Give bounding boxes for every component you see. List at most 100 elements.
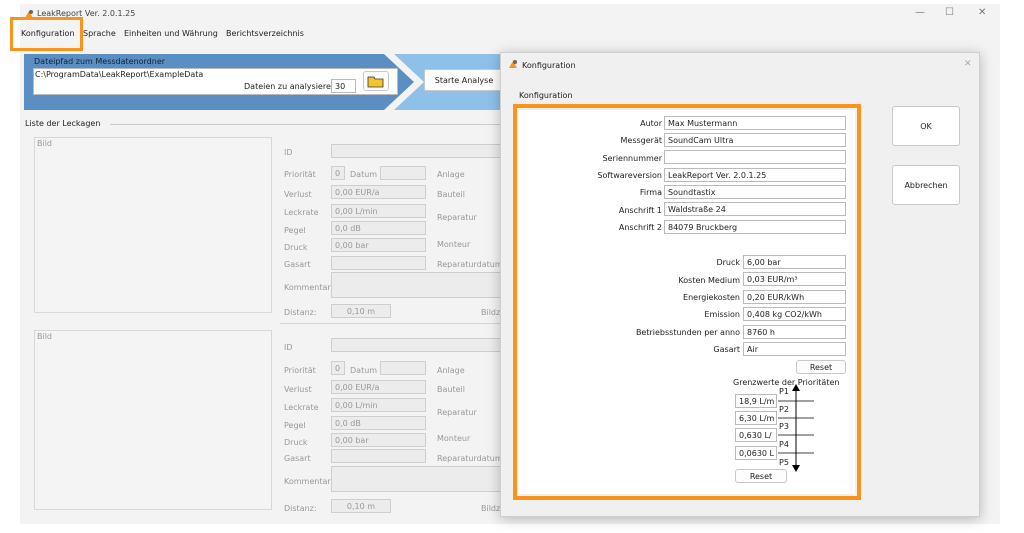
id-label-2: ID (284, 343, 293, 352)
priority-field-1[interactable]: 0 (331, 166, 345, 180)
card-divider (280, 323, 500, 324)
id-field-1[interactable] (331, 144, 501, 158)
softwareversion-label: Softwareversion (597, 171, 662, 180)
autor-input[interactable]: Max Mustermann (664, 116, 846, 130)
bauteil-label-2: Bauteil (437, 385, 465, 394)
kommentar-field-1[interactable] (331, 272, 501, 298)
druck-label-1: Druck (284, 243, 308, 252)
druck-field-1[interactable]: 0,00 bar (331, 238, 426, 252)
dialog-title: Konfiguration (522, 61, 576, 70)
datum-label-1: Datum (350, 170, 378, 179)
menu-berichtsverzeichnis[interactable]: Berichtsverzeichnis (226, 29, 304, 38)
anlage-label-2: Anlage (437, 366, 465, 375)
datum-field-2[interactable] (380, 361, 426, 375)
reset-button-1[interactable]: Reset (796, 360, 846, 374)
path-input[interactable]: C:\ProgramData\LeakReport\ExampleData (35, 70, 203, 79)
grenz-input-4[interactable]: 0,0630 L (735, 446, 777, 460)
grenz-input-3[interactable]: 0,630 L/ (735, 428, 777, 442)
files-count-input[interactable]: 30 (331, 79, 356, 93)
kosten-medium-input[interactable]: 0,03 EUR/m³ (743, 272, 846, 286)
reset-button-2[interactable]: Reset (735, 469, 787, 483)
druck-label-2: Druck (284, 438, 308, 447)
priority-label-2: Priorität (284, 366, 316, 375)
firma-input[interactable]: Soundtastix (664, 185, 846, 199)
gasart-label: Gasart (713, 345, 740, 354)
verlust-label-1: Verlust (284, 190, 312, 199)
emission-label: Emission (704, 310, 740, 319)
menu-einheiten[interactable]: Einheiten und Währung (124, 29, 218, 38)
prio-label-p4: P4 (779, 440, 789, 449)
close-button[interactable]: ✕ (978, 7, 986, 18)
leckrate-field-1[interactable]: 0,00 L/min (331, 204, 426, 218)
bildz-label-2: Bildz (481, 504, 501, 513)
priority-field-2[interactable]: 0 (331, 361, 345, 375)
kommentar-label-2: Kommentar (284, 477, 331, 486)
betriebsstunden-label: Betriebsstunden per anno (635, 328, 740, 337)
verlust-label-2: Verlust (284, 385, 312, 394)
messgeraet-input[interactable]: SoundCam Ultra (664, 133, 846, 147)
seriennummer-label: Seriennummer (602, 154, 662, 163)
emission-input[interactable]: 0,408 kg CO2/kWh (743, 307, 846, 321)
minimize-button[interactable]: — (915, 7, 925, 18)
ok-button[interactable]: OK (892, 106, 960, 146)
pegel-field-1[interactable]: 0,0 dB (331, 221, 426, 235)
grenz-input-2[interactable]: 6,30 L/m (735, 411, 777, 425)
prio-label-p2: P2 (779, 405, 789, 414)
distanz-label-2: Distanz: (284, 504, 317, 513)
browse-folder-button[interactable] (363, 71, 389, 91)
id-label-1: ID (284, 148, 293, 157)
id-field-2[interactable] (331, 338, 501, 352)
folder-icon (367, 76, 384, 88)
betriebsstunden-input[interactable]: 8760 h (743, 325, 846, 339)
druck-field-2[interactable]: 0,00 bar (331, 433, 426, 447)
gasart-label-2: Gasart (284, 454, 311, 463)
gasart-field-2[interactable] (331, 449, 426, 463)
verlust-field-2[interactable]: 0,00 EUR/a (331, 380, 426, 394)
messgeraet-label: Messgerät (620, 136, 663, 145)
anschrift1-input[interactable]: Waldstraße 24 (664, 202, 846, 216)
group-title: Konfiguration (519, 91, 573, 100)
files-label: Dateien zu analysieren (244, 82, 336, 91)
prio-label-p3: P3 (779, 422, 789, 431)
anschrift1-label: Anschrift 1 (618, 206, 662, 215)
firma-label: Firma (639, 188, 662, 197)
druck-input[interactable]: 6,00 bar (743, 255, 846, 269)
leckrate-label-2: Leckrate (284, 403, 319, 412)
softwareversion-input[interactable]: LeakReport Ver. 2.0.1.25 (664, 168, 846, 182)
menu-bar: Konfiguration Sprache Einheiten und Währ… (20, 26, 1000, 42)
bauteil-label-1: Bauteil (437, 190, 465, 199)
gasart-field-1[interactable] (331, 256, 426, 270)
energiekosten-input[interactable]: 0,20 EUR/kWh (743, 290, 846, 304)
datum-field-1[interactable] (380, 166, 426, 180)
anschrift2-input[interactable]: 84079 Bruckberg (664, 220, 846, 234)
leckrate-field-2[interactable]: 0,00 L/min (331, 398, 426, 412)
maximize-button[interactable]: ☐ (945, 7, 954, 18)
list-title: Liste der Leckagen (25, 119, 101, 128)
seriennummer-input[interactable] (664, 150, 846, 164)
kosten-medium-label: Kosten Medium (678, 276, 740, 285)
reparaturdatum-label-1: Reparaturdatum (437, 260, 503, 269)
title-bar: LeakReport Ver. 2.0.1.25 — ☐ ✕ (20, 4, 1000, 26)
path-label: Dateipfad zum Messdatenordner (34, 57, 166, 66)
verlust-field-1[interactable]: 0,00 EUR/a (331, 185, 426, 199)
leak-image-2: Bild (34, 330, 272, 510)
prio-label-p1: P1 (779, 387, 789, 396)
list-divider (110, 124, 500, 125)
pegel-label-1: Pegel (284, 226, 306, 235)
anlage-label-1: Anlage (437, 170, 465, 179)
menu-sprache[interactable]: Sprache (83, 29, 116, 38)
grenz-input-1[interactable]: 18,9 L/m (735, 394, 777, 408)
leckrate-label-1: Leckrate (284, 208, 319, 217)
distanz-field-1[interactable]: 0,10 m (331, 304, 391, 318)
bildz-label-1: Bildz (481, 308, 501, 317)
pegel-label-2: Pegel (284, 421, 306, 430)
start-analysis-button[interactable]: Starte Analyse (424, 69, 504, 91)
distanz-field-2[interactable]: 0,10 m (331, 499, 391, 513)
autor-label: Autor (640, 119, 662, 128)
dialog-close-button[interactable]: ✕ (964, 59, 972, 69)
cancel-button[interactable]: Abbrechen (892, 165, 960, 205)
distanz-label-1: Distanz: (284, 308, 317, 317)
kommentar-field-2[interactable] (331, 466, 501, 492)
pegel-field-2[interactable]: 0,0 dB (331, 416, 426, 430)
gasart-input[interactable]: Air (743, 342, 846, 356)
